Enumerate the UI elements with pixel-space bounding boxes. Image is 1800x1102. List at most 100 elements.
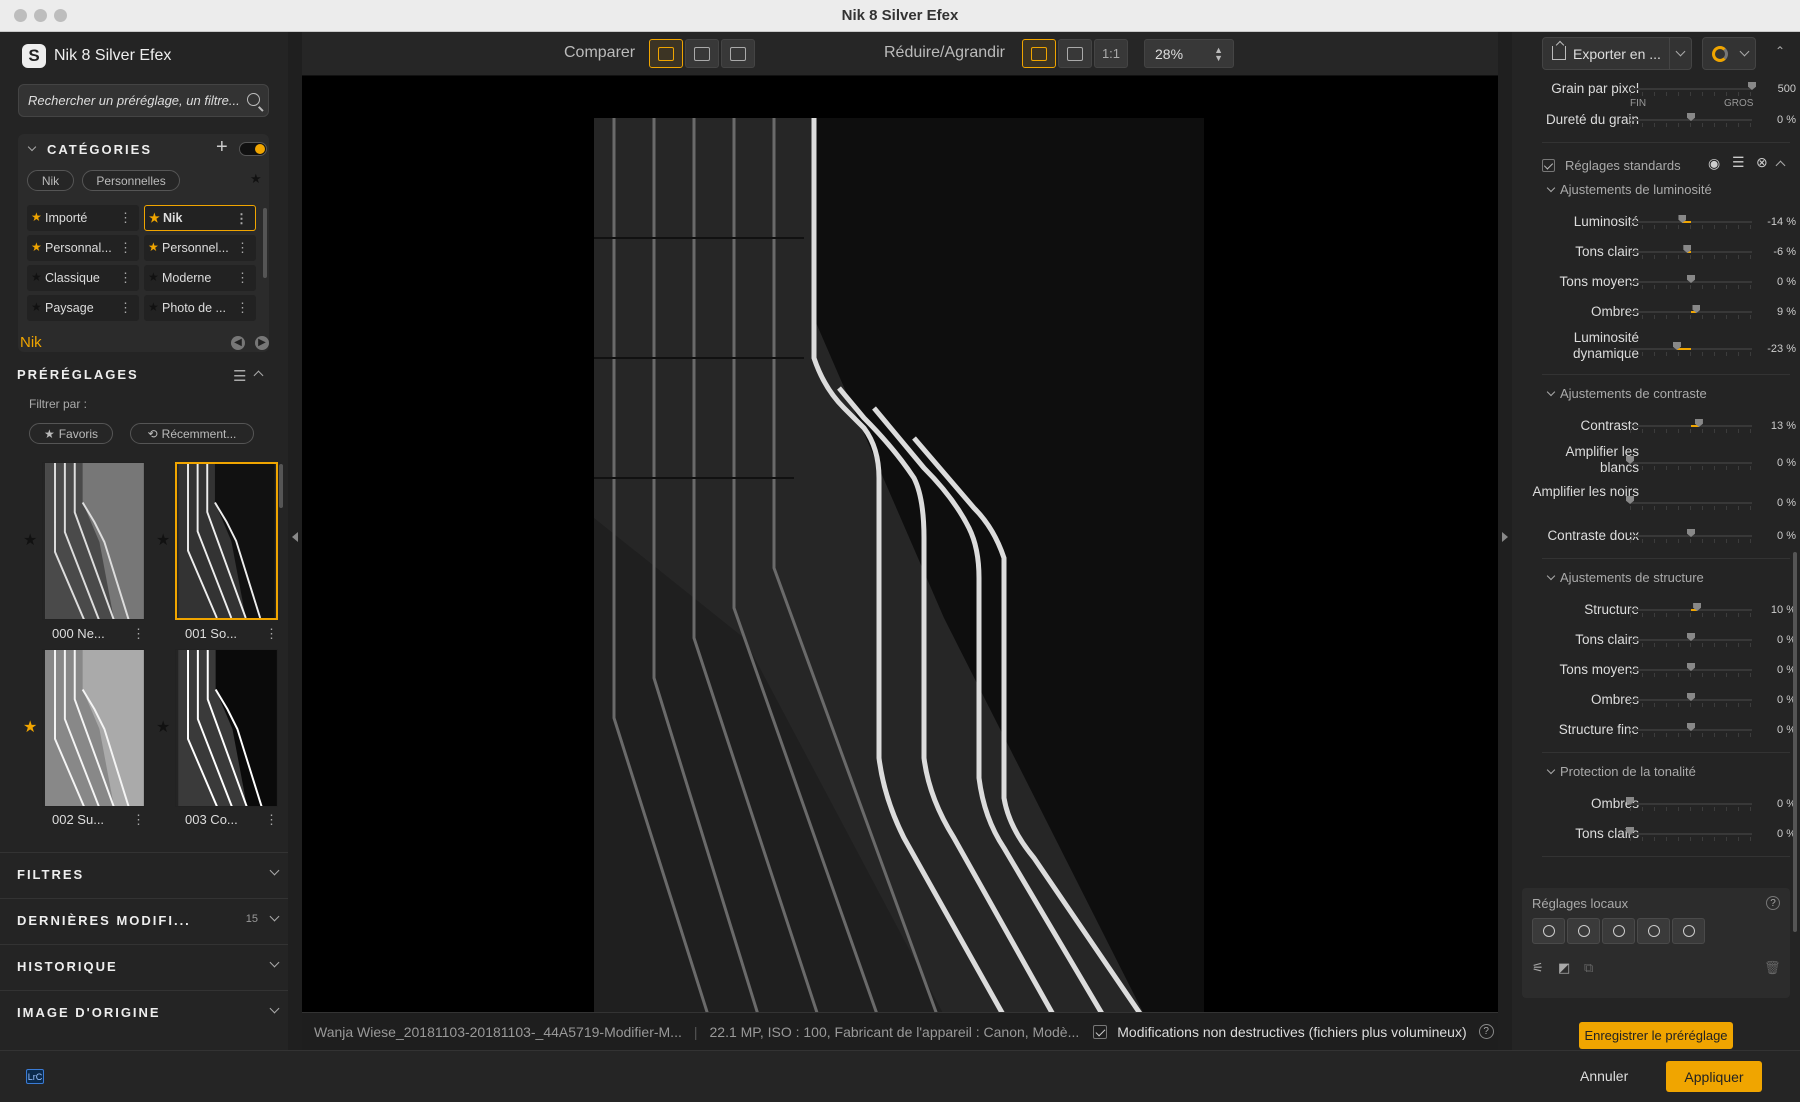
- prev-arrow-icon[interactable]: ◀: [231, 336, 245, 350]
- category-personnel[interactable]: ★ Personnel... ⋮: [144, 235, 256, 261]
- compare-split-button[interactable]: [685, 39, 719, 68]
- color-wheel-button[interactable]: [1702, 37, 1756, 70]
- actual-size-button[interactable]: 1:1: [1094, 39, 1128, 68]
- compare-off-button[interactable]: [649, 39, 683, 68]
- right-collapse-gutter[interactable]: [1498, 32, 1512, 1050]
- favorites-star-icon[interactable]: ★: [250, 171, 262, 187]
- adjustment-slider[interactable]: [1630, 419, 1752, 433]
- adjustment-slider[interactable]: [1630, 663, 1752, 677]
- luminance-mask-button[interactable]: [1637, 918, 1670, 944]
- adjustment-slider[interactable]: [1626, 797, 1752, 811]
- slider-knob[interactable]: [1687, 529, 1695, 537]
- adjustment-slider[interactable]: [1630, 305, 1752, 319]
- nondestructive-checkbox[interactable]: [1093, 1024, 1108, 1039]
- adjustment-slider[interactable]: [1626, 456, 1752, 470]
- category-moderne[interactable]: ★ Moderne ⋮: [144, 265, 256, 291]
- adjustment-slider[interactable]: [1626, 827, 1752, 841]
- more-icon[interactable]: ⋮: [132, 812, 145, 828]
- category-nik[interactable]: ★ Nik ⋮: [144, 205, 256, 231]
- section-dernieres-modifications[interactable]: DERNIÈRES MODIFI... 15: [0, 898, 302, 942]
- duplicate-icon[interactable]: ⧉: [1584, 960, 1593, 976]
- tag-nik[interactable]: Nik: [27, 170, 74, 191]
- slider-knob[interactable]: [1687, 693, 1695, 701]
- image-canvas[interactable]: [302, 76, 1498, 1046]
- more-icon[interactable]: ⋮: [119, 300, 132, 316]
- fill-button[interactable]: [1058, 39, 1092, 68]
- slider-knob[interactable]: [1687, 275, 1695, 283]
- favorite-star-icon[interactable]: ★: [156, 717, 170, 737]
- adjustment-slider[interactable]: [1630, 693, 1752, 707]
- fit-button[interactable]: [1022, 39, 1056, 68]
- adjustment-slider[interactable]: [1630, 529, 1752, 543]
- next-arrow-icon[interactable]: ▶: [255, 336, 269, 350]
- more-icon[interactable]: ⋮: [119, 210, 132, 226]
- preset-thumbnail[interactable]: [42, 462, 145, 620]
- category-importe[interactable]: ★ Importé ⋮: [27, 205, 139, 231]
- more-icon[interactable]: ⋮: [132, 626, 145, 642]
- panel-scrollbar[interactable]: [1793, 552, 1797, 932]
- section-historique[interactable]: HISTORIQUE: [0, 944, 302, 988]
- chevron-up-icon[interactable]: [1775, 160, 1786, 171]
- adjustment-slider[interactable]: [1630, 245, 1752, 259]
- standard-settings-checkbox[interactable]: [1542, 158, 1555, 172]
- favorite-star-icon[interactable]: ★: [156, 530, 170, 550]
- export-dropdown[interactable]: [1669, 38, 1691, 69]
- more-icon[interactable]: ⋮: [265, 626, 278, 642]
- search-icon[interactable]: [247, 93, 260, 106]
- collapse-all-icon[interactable]: ⌃: [1775, 44, 1785, 58]
- adjustment-slider[interactable]: [1630, 603, 1752, 617]
- slider-knob[interactable]: [1687, 723, 1695, 731]
- group-header[interactable]: Ajustements de contraste: [1546, 386, 1707, 401]
- group-header[interactable]: Protection de la tonalité: [1546, 764, 1696, 779]
- section-filtres[interactable]: FILTRES: [0, 852, 302, 896]
- list-view-icon[interactable]: ☰: [233, 367, 246, 385]
- help-icon[interactable]: ?: [1478, 1024, 1494, 1039]
- tag-personnelles[interactable]: Personnelles: [82, 170, 180, 191]
- polygon-mask-button[interactable]: [1602, 918, 1635, 944]
- preset-thumbnail[interactable]: [42, 649, 145, 807]
- apply-button[interactable]: Appliquer: [1666, 1061, 1762, 1092]
- export-button[interactable]: Exporter en ...: [1542, 37, 1692, 70]
- more-icon[interactable]: ⋮: [235, 211, 248, 227]
- more-icon[interactable]: ⋮: [119, 270, 132, 286]
- adjustment-slider[interactable]: [1630, 275, 1752, 289]
- slider-knob[interactable]: [1687, 663, 1695, 671]
- add-category-icon[interactable]: +: [216, 136, 228, 159]
- hardness-slider[interactable]: [1630, 113, 1752, 127]
- adjustment-slider[interactable]: [1626, 496, 1752, 510]
- filter-favorites[interactable]: ★ Favoris: [29, 423, 113, 444]
- more-icon[interactable]: ⋮: [236, 270, 249, 286]
- menu-icon[interactable]: ☰: [1732, 154, 1745, 171]
- more-icon[interactable]: ⋮: [119, 240, 132, 256]
- control-point-button[interactable]: [1532, 918, 1565, 944]
- cancel-button[interactable]: Annuler: [1580, 1068, 1628, 1084]
- presets-scrollbar[interactable]: [279, 464, 283, 508]
- color-mask-button[interactable]: [1672, 918, 1705, 944]
- compare-stack-button[interactable]: [721, 39, 755, 68]
- presets-collapse-chevron-icon[interactable]: [253, 370, 264, 381]
- category-classique[interactable]: ★ Classique ⋮: [27, 265, 139, 291]
- slider-knob[interactable]: [1626, 496, 1634, 504]
- collapse-left-arrow-icon[interactable]: [292, 532, 298, 542]
- category-personnalise[interactable]: ★ Personnal... ⋮: [27, 235, 139, 261]
- radial-gradient-button[interactable]: [1567, 918, 1600, 944]
- group-header[interactable]: Ajustements de structure: [1546, 570, 1704, 585]
- category-paysage[interactable]: ★ Paysage ⋮: [27, 295, 139, 321]
- zoom-select[interactable]: 28% ▲ ▼: [1144, 39, 1234, 68]
- favorite-star-icon[interactable]: ★: [23, 530, 37, 550]
- more-icon[interactable]: ⋮: [236, 300, 249, 316]
- collapse-right-arrow-icon[interactable]: [1502, 532, 1508, 542]
- preset-thumbnail-selected[interactable]: [175, 462, 278, 620]
- adjustment-slider[interactable]: [1630, 633, 1752, 647]
- group-header[interactable]: Ajustements de luminosité: [1546, 182, 1712, 197]
- favorite-star-icon[interactable]: ★: [23, 717, 37, 737]
- slider-knob[interactable]: [1687, 633, 1695, 641]
- slider-knob[interactable]: [1687, 113, 1695, 121]
- categories-scrollbar[interactable]: [263, 208, 267, 278]
- reset-icon[interactable]: ⊗: [1756, 154, 1768, 171]
- adjustment-slider[interactable]: [1630, 215, 1752, 229]
- mask-view-icon[interactable]: ◩: [1558, 960, 1570, 976]
- section-image-origine[interactable]: IMAGE D'ORIGINE: [0, 990, 302, 1034]
- list-settings-icon[interactable]: ⚟: [1532, 960, 1544, 976]
- categories-toggle[interactable]: [239, 142, 267, 156]
